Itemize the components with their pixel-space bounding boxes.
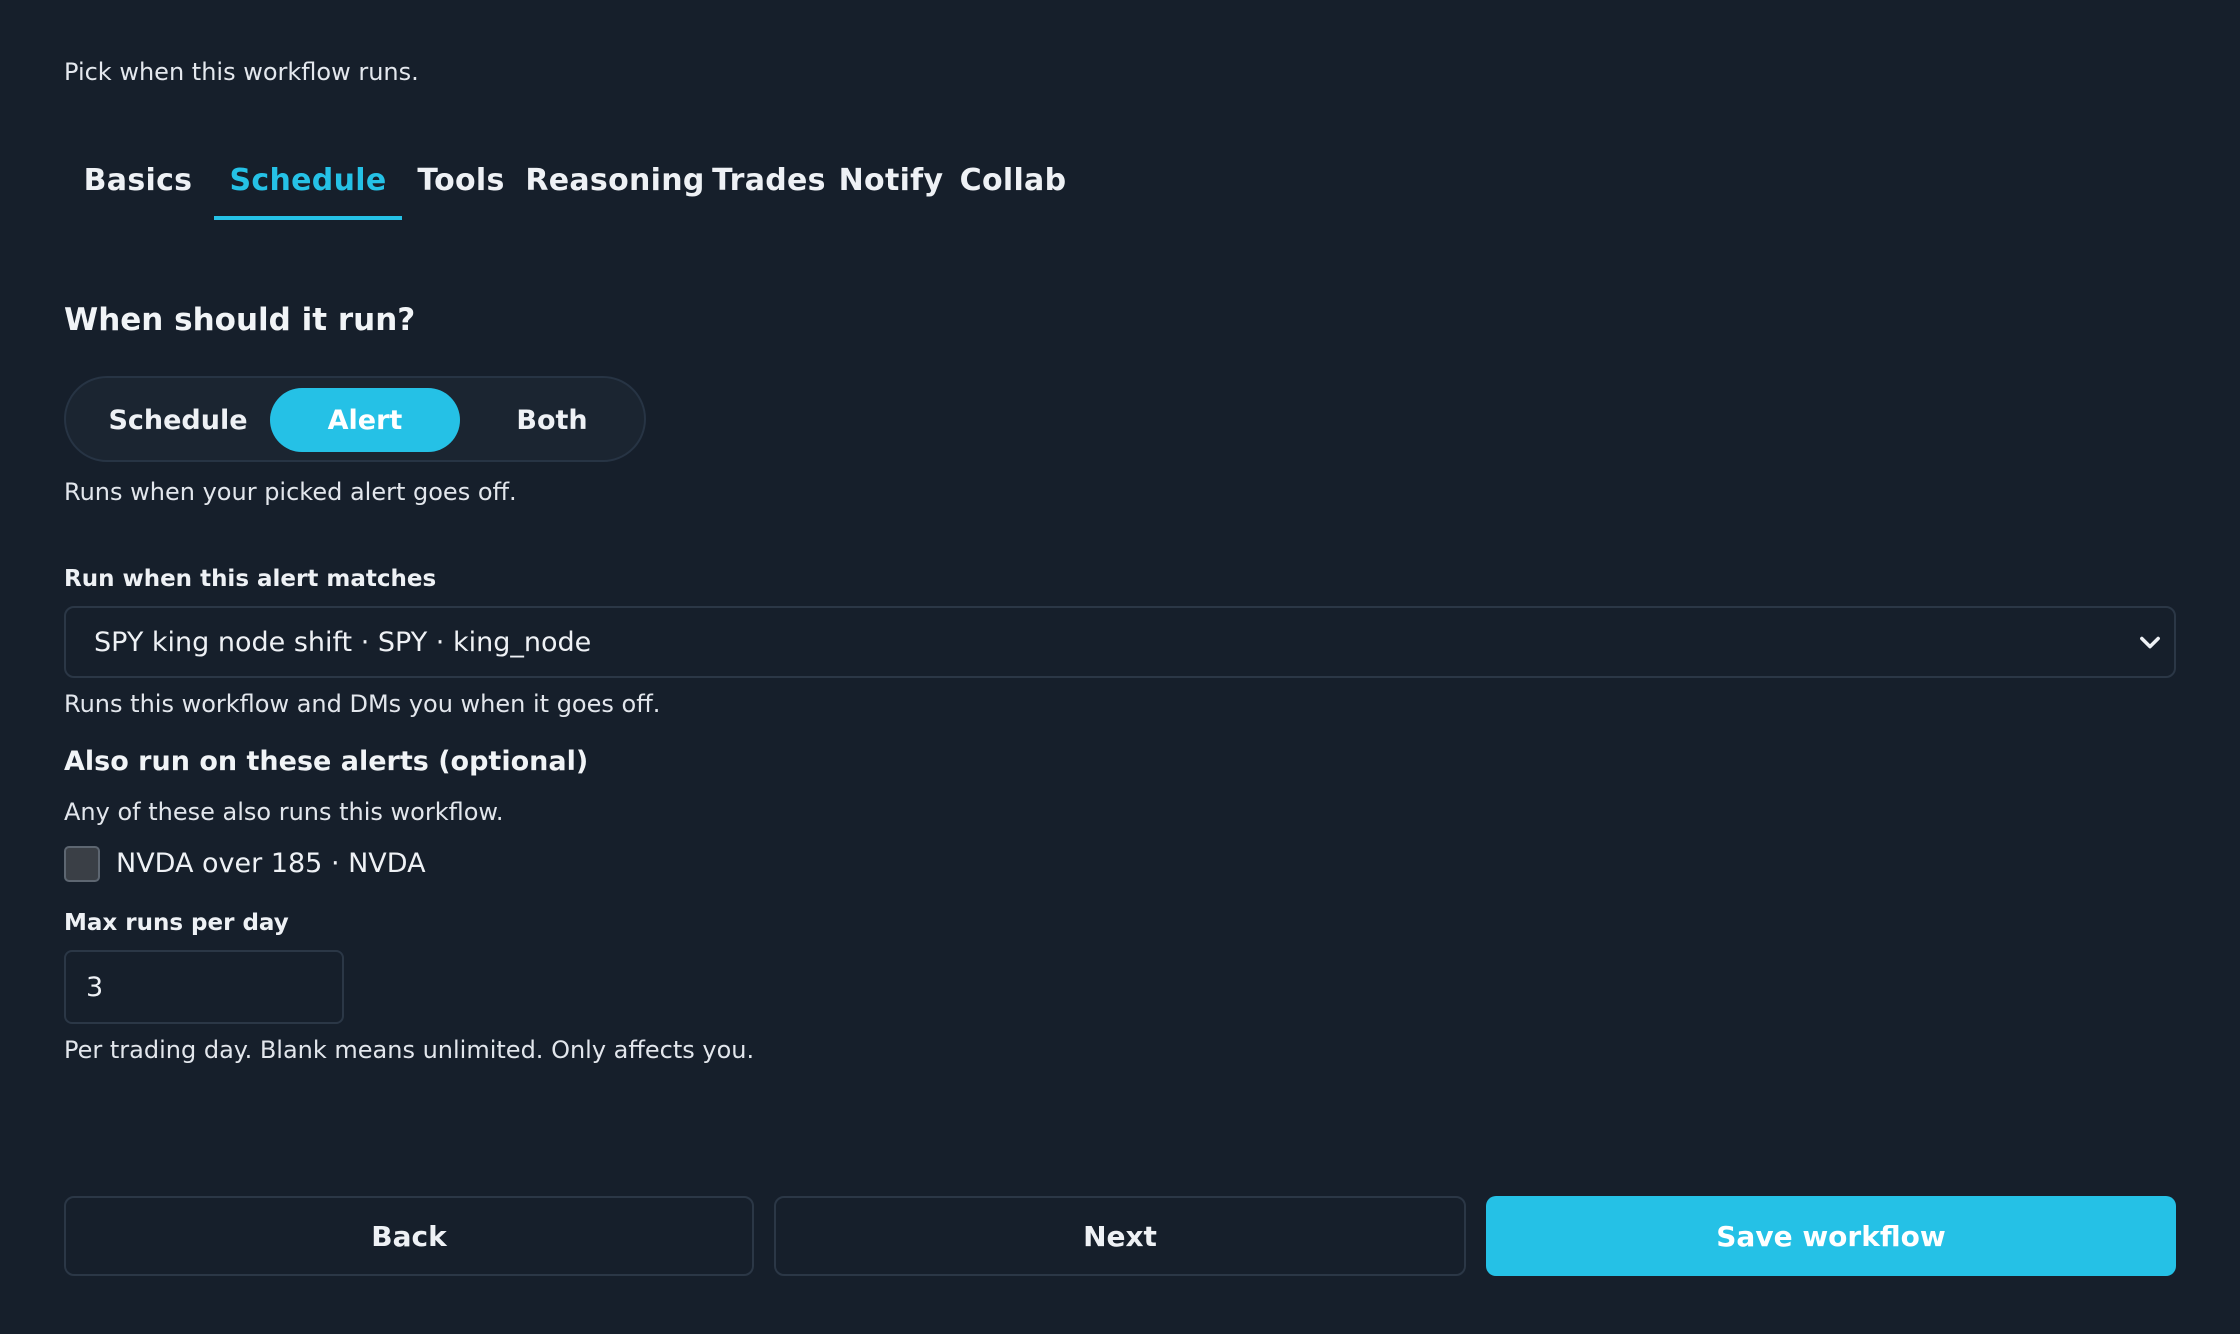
workflow-editor-page: Pick when this workflow runs. Basics Sch… (0, 0, 2240, 1334)
back-button[interactable]: Back (64, 1196, 754, 1276)
alert-checkbox-label[interactable]: NVDA over 185 · NVDA (116, 848, 426, 879)
extra-alerts-help-text: Any of these also runs this workflow. (64, 798, 504, 826)
tab-trades[interactable]: Trades (710, 140, 828, 220)
trigger-help-text: Runs when your picked alert goes off. (64, 478, 517, 506)
chevron-down-icon (2140, 636, 2160, 649)
mode-schedule-button[interactable]: Schedule (78, 388, 278, 452)
max-runs-help-text: Per trading day. Blank means unlimited. … (64, 1036, 755, 1064)
tab-bar: Basics Schedule Tools Reasoning Trades N… (64, 140, 1264, 220)
alert-select-value: SPY king node shift · SPY · king_node (94, 626, 592, 658)
tab-schedule[interactable]: Schedule (214, 140, 402, 220)
alert-checkbox-nvda[interactable] (64, 846, 100, 882)
max-runs-label: Max runs per day (64, 910, 289, 936)
tab-collab[interactable]: Collab (954, 140, 1072, 220)
intro-text: Pick when this workflow runs. (64, 58, 419, 86)
alert-select[interactable]: SPY king node shift · SPY · king_node (64, 606, 2176, 678)
next-button[interactable]: Next (774, 1196, 1466, 1276)
save-workflow-button[interactable]: Save workflow (1486, 1196, 2176, 1276)
tab-notify[interactable]: Notify (828, 140, 954, 220)
tab-reasoning[interactable]: Reasoning (520, 140, 710, 220)
alert-select-label: Run when this alert matches (64, 566, 437, 592)
max-runs-input[interactable] (64, 950, 344, 1024)
mode-both-button[interactable]: Both (462, 388, 642, 452)
tab-basics[interactable]: Basics (64, 140, 212, 220)
trigger-mode-toggle: Schedule Alert Both (64, 376, 646, 462)
tab-tools[interactable]: Tools (404, 140, 518, 220)
alert-select-help-text: Runs this workflow and DMs you when it g… (64, 690, 661, 718)
extra-alerts-heading: Also run on these alerts (optional) (64, 746, 589, 777)
mode-alert-button[interactable]: Alert (270, 388, 460, 452)
trigger-heading: When should it run? (64, 302, 416, 338)
